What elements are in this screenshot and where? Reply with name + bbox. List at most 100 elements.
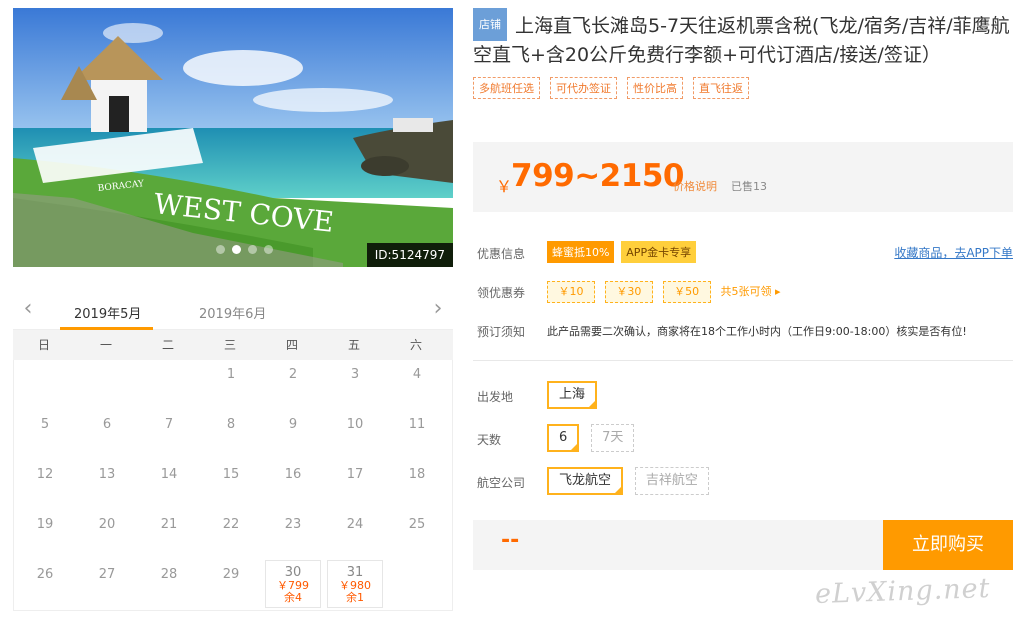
price-range: 799~2150: [511, 158, 684, 194]
day-number: 15: [222, 467, 240, 482]
days-option-6[interactable]: 6: [547, 424, 580, 452]
calendar-day-available[interactable]: 31 ￥980 余1: [327, 560, 383, 608]
day-number: 28: [160, 567, 178, 582]
day-number: 13: [98, 467, 116, 482]
tab-month-june[interactable]: 2019年6月: [199, 303, 266, 322]
favorite-app-link[interactable]: 收藏商品，去APP下单: [894, 244, 1013, 261]
currency-symbol: ￥: [496, 177, 513, 196]
slide-dot-active[interactable]: [232, 245, 241, 254]
day-number: 16: [284, 467, 302, 482]
calendar-day: 21: [138, 510, 200, 560]
product-photo[interactable]: BORACAY WEST COVE ID:5124797: [13, 8, 453, 267]
calendar-empty-cell: [138, 360, 200, 410]
calendar-day: 22: [200, 510, 262, 560]
calendar-empty-cell: [14, 360, 76, 410]
departure-label: 出发地: [477, 390, 514, 404]
airline-option-juneyao[interactable]: 吉祥航空: [634, 467, 709, 495]
site-watermark: eLvXing.net: [814, 572, 991, 611]
coupon-10[interactable]: ￥10: [547, 281, 595, 303]
product-title-text: 上海直飞长滩岛5-7天往返机票含税(飞龙/宿务/吉祥/菲鹰航空直飞+含20公斤免…: [473, 15, 1010, 66]
calendar-day: 29: [200, 560, 262, 610]
calendar-day: 27: [76, 560, 138, 610]
feature-tags: 多航班任选 可代办签证 性价比高 直飞往返: [473, 77, 1013, 99]
calendar-day: 18: [386, 460, 448, 510]
beach-scene-image: BORACAY WEST COVE: [13, 8, 453, 267]
calendar-day: 26: [14, 560, 76, 610]
airline-label: 航空公司: [477, 476, 526, 490]
day-number: 5: [40, 417, 50, 432]
day-number: 12: [36, 467, 54, 482]
total-price: --: [501, 528, 520, 553]
days-option-7[interactable]: 7天: [591, 424, 635, 452]
calendar-day: 9: [262, 410, 324, 460]
day-number: 29: [222, 567, 240, 582]
calendar-day: 16: [262, 460, 324, 510]
day-number: 23: [284, 517, 302, 532]
calendar-day: 5: [14, 410, 76, 460]
honey-discount-badge: 蜂蜜抵10%: [547, 241, 615, 263]
promo-badges: 蜂蜜抵10% APP金卡专享: [547, 241, 699, 263]
day-number: 1: [226, 367, 236, 382]
day-number: 20: [98, 517, 116, 532]
weekday-label: 六: [409, 338, 422, 352]
chevron-right-icon[interactable]: ›: [429, 298, 447, 320]
day-number: 27: [98, 567, 116, 582]
coupon-50[interactable]: ￥50: [662, 281, 711, 303]
slide-dot[interactable]: [264, 245, 273, 254]
calendar-day-available[interactable]: 30 ￥799 余4: [265, 560, 321, 608]
price-panel: ￥ 799~2150 价格说明 已售13: [473, 142, 1013, 212]
calendar-day: 23: [262, 510, 324, 560]
feature-tag: 直飞往返: [693, 77, 749, 99]
feature-tag: 多航班任选: [473, 77, 540, 99]
calendar-day: 24: [324, 510, 386, 560]
departure-option-shanghai[interactable]: 上海: [547, 381, 598, 409]
notice-text: 此产品需要二次确认，商家将在18个工作小时内（工作日9:00-18:00）核实是…: [547, 325, 967, 338]
calendar-day: 12: [14, 460, 76, 510]
day-number: 10: [346, 417, 364, 432]
day-number: 21: [160, 517, 178, 532]
day-remaining: 余1: [346, 591, 364, 604]
calendar-day: 13: [76, 460, 138, 510]
day-number: 25: [408, 517, 426, 532]
coupon-30[interactable]: ￥30: [604, 281, 653, 303]
calendar-nav: ‹ 2019年5月 2019年6月 ›: [13, 290, 453, 330]
more-coupons-link[interactable]: 共5张可领 ▸: [720, 285, 780, 298]
day-number: 31: [346, 565, 364, 580]
day-number: 26: [36, 567, 54, 582]
slide-dot[interactable]: [216, 245, 225, 254]
weekday-label: 日: [37, 338, 50, 352]
chevron-left-icon[interactable]: ‹: [19, 298, 37, 320]
weekday-label: 四: [285, 338, 298, 352]
calendar-day: 17: [324, 460, 386, 510]
weekday-label: 二: [161, 338, 174, 352]
date-calendar: ‹ 2019年5月 2019年6月 › 日一二三四五六 1 2 3 4 5 6 7 8 9 10 1…: [13, 290, 453, 612]
calendar-day: 20: [76, 510, 138, 560]
calendar-empty-cell: [386, 560, 448, 610]
purchase-bar: -- 立即购买: [473, 520, 1013, 570]
airline-option-feilong[interactable]: 飞龙航空: [547, 467, 624, 495]
calendar-day: 10: [324, 410, 386, 460]
tab-month-may[interactable]: 2019年5月: [74, 303, 141, 322]
day-number: 4: [412, 367, 422, 382]
weekday-label: 五: [347, 338, 360, 352]
calendar-day: 11: [386, 410, 448, 460]
buy-now-button[interactable]: 立即购买: [883, 520, 1013, 570]
day-number: 19: [36, 517, 54, 532]
day-number: 2: [288, 367, 298, 382]
day-number: 11: [408, 417, 426, 432]
calendar-day: 3: [324, 360, 386, 410]
day-remaining: 余4: [284, 591, 302, 604]
day-number: 18: [408, 467, 426, 482]
days-label: 天数: [477, 433, 502, 447]
feature-tag: 可代办签证: [550, 77, 617, 99]
price-explain-link[interactable]: 价格说明: [673, 178, 717, 194]
departure-options: 上海: [547, 381, 605, 409]
calendar-day: 15: [200, 460, 262, 510]
calendar-day: 1: [200, 360, 262, 410]
app-gold-badge: APP金卡专享: [621, 241, 697, 263]
slide-dot[interactable]: [248, 245, 257, 254]
calendar-day: 6: [76, 410, 138, 460]
coupon-row-label: 领优惠券: [477, 286, 526, 300]
coupon-list: ￥10 ￥30 ￥50 共5张可领 ▸: [547, 281, 781, 303]
airline-options: 飞龙航空 吉祥航空: [547, 467, 717, 495]
